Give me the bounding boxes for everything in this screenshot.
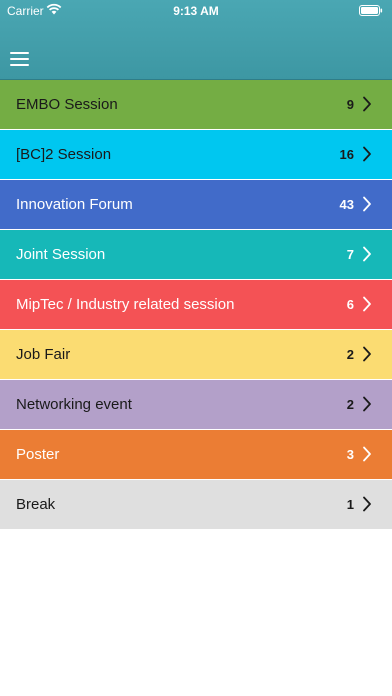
session-count: 3: [346, 447, 354, 462]
session-label: Poster: [16, 446, 60, 463]
session-row-break[interactable]: Break 1: [0, 480, 392, 530]
session-count: 1: [346, 497, 354, 512]
session-row-networking-event[interactable]: Networking event 2: [0, 380, 392, 430]
status-bar: Carrier 9:13 AM: [0, 0, 392, 22]
session-row-miptec[interactable]: MipTec / Industry related session 6: [0, 280, 392, 330]
session-row-bc2[interactable]: [BC]2 Session 16: [0, 130, 392, 180]
session-count: 16: [339, 147, 354, 162]
session-count: 9: [346, 97, 354, 112]
session-label: Innovation Forum: [16, 196, 133, 213]
session-count: 7: [346, 247, 354, 262]
session-row-embo[interactable]: EMBO Session 9: [0, 80, 392, 130]
session-label: Job Fair: [16, 346, 71, 363]
status-time: 9:13 AM: [173, 4, 219, 18]
session-label: [BC]2 Session: [16, 146, 112, 163]
session-list: EMBO Session 9 [BC]2 Session 16 Innovati…: [0, 80, 392, 530]
chevron-right-icon: [363, 146, 371, 162]
chevron-right-icon: [363, 196, 371, 212]
session-row-poster[interactable]: Poster 3: [0, 430, 392, 480]
session-count: 2: [346, 347, 354, 362]
top-bar: Carrier 9:13 AM: [0, 0, 392, 80]
session-count: 6: [346, 297, 354, 312]
chevron-right-icon: [363, 496, 371, 512]
session-row-job-fair[interactable]: Job Fair 2: [0, 330, 392, 380]
session-count: 43: [339, 197, 354, 212]
session-row-innovation-forum[interactable]: Innovation Forum 43: [0, 180, 392, 230]
chevron-right-icon: [363, 246, 371, 262]
chevron-right-icon: [363, 346, 371, 362]
chevron-right-icon: [363, 396, 371, 412]
session-label: Break: [16, 496, 56, 513]
hamburger-menu-icon[interactable]: [8, 49, 32, 69]
chevron-right-icon: [363, 296, 371, 312]
session-count: 2: [346, 397, 354, 412]
session-label: EMBO Session: [16, 96, 118, 113]
battery-icon: [359, 5, 383, 16]
session-label: Networking event: [16, 396, 132, 413]
chevron-right-icon: [363, 96, 371, 112]
session-label: Joint Session: [16, 246, 106, 263]
session-label: MipTec / Industry related session: [16, 296, 235, 313]
chevron-right-icon: [363, 446, 371, 462]
session-row-joint-session[interactable]: Joint Session 7: [0, 230, 392, 280]
